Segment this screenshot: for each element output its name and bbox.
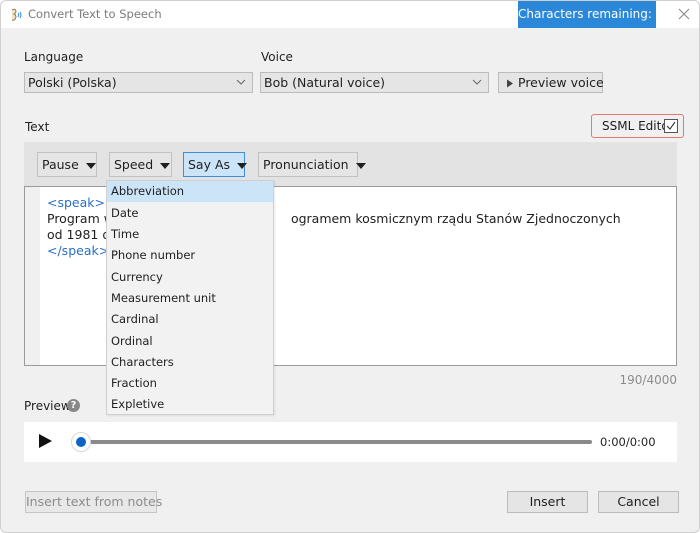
editor-line-text-continued: ogramem kosmicznym rządu Stanów Zjednocz… xyxy=(291,211,621,226)
menu-item-ordinal[interactable]: Ordinal xyxy=(107,331,273,352)
play-icon[interactable] xyxy=(39,434,52,448)
chevron-down-icon xyxy=(471,76,483,88)
say-as-label: Say As xyxy=(188,157,230,172)
menu-item-expletive[interactable]: Expletive xyxy=(107,394,273,415)
insert-button[interactable]: Insert xyxy=(507,491,588,513)
speed-dropdown-button[interactable]: Speed xyxy=(109,152,172,177)
editor-gutter xyxy=(25,187,40,365)
playback-time: 0:00/0:00 xyxy=(600,435,656,449)
seek-track[interactable] xyxy=(80,440,592,444)
menu-item-phone-number[interactable]: Phone number xyxy=(107,245,273,266)
caret-down-icon xyxy=(237,163,247,169)
caret-down-icon xyxy=(356,163,366,169)
menu-item-time[interactable]: Time xyxy=(107,224,273,245)
language-label: Language xyxy=(24,50,83,64)
convert-text-to-speech-dialog: Convert Text to Speech Characters remain… xyxy=(0,0,700,533)
menu-item-characters[interactable]: Characters xyxy=(107,352,273,373)
speech-app-icon xyxy=(9,7,25,23)
menu-item-fraction[interactable]: Fraction xyxy=(107,373,273,394)
text-label: Text xyxy=(25,120,49,134)
audio-player: 0:00/0:00 xyxy=(24,422,677,462)
caret-down-icon xyxy=(86,163,96,169)
ssml-editor-checkbox[interactable] xyxy=(664,119,678,133)
menu-item-abbreviation[interactable]: Abbreviation xyxy=(107,181,273,202)
pause-dropdown-button[interactable]: Pause xyxy=(37,152,97,177)
window-title: Convert Text to Speech xyxy=(28,7,162,21)
help-icon[interactable]: ? xyxy=(67,399,80,412)
character-count: 190/4000 xyxy=(601,373,677,387)
menu-item-currency[interactable]: Currency xyxy=(107,267,273,288)
cancel-button[interactable]: Cancel xyxy=(598,491,679,513)
language-select[interactable]: Polski (Polska) xyxy=(24,72,253,93)
menu-item-date[interactable]: Date xyxy=(107,203,273,224)
preview-label: Preview xyxy=(24,399,71,413)
speak-open-tag: <speak> xyxy=(47,195,105,210)
speed-label: Speed xyxy=(114,157,153,172)
pronunciation-label: Pronunciation xyxy=(263,157,349,172)
say-as-dropdown-button[interactable]: Say As xyxy=(183,152,245,177)
caret-down-icon xyxy=(160,163,170,169)
checkmark-icon xyxy=(665,120,677,132)
speak-close-tag: </speak> xyxy=(47,243,109,258)
title-bar: Convert Text to Speech Characters remain… xyxy=(1,1,699,28)
menu-item-measurement-unit[interactable]: Measurement unit xyxy=(107,288,273,309)
preview-voice-label: Preview voice xyxy=(518,75,604,90)
ssml-editor-toggle[interactable]: SSML Editor xyxy=(591,114,684,138)
close-icon[interactable] xyxy=(673,3,695,25)
language-selected-value: Polski (Polska) xyxy=(28,75,117,90)
seek-slider-thumb[interactable] xyxy=(71,432,91,452)
editor-line-text: Program w xyxy=(47,211,114,226)
voice-selected-value: Bob (Natural voice) xyxy=(264,75,385,90)
say-as-menu: Abbreviation Date Time Phone number Curr… xyxy=(106,180,274,415)
preview-voice-button[interactable]: Preview voice xyxy=(498,72,603,93)
voice-label: Voice xyxy=(261,50,293,64)
characters-remaining-badge: Characters remaining: 1M xyxy=(518,1,656,28)
pronunciation-dropdown-button[interactable]: Pronunciation xyxy=(258,152,358,177)
chevron-down-icon xyxy=(235,76,247,88)
pause-label: Pause xyxy=(42,157,79,172)
menu-item-cardinal[interactable]: Cardinal xyxy=(107,309,273,330)
voice-select[interactable]: Bob (Natural voice) xyxy=(260,72,489,93)
insert-text-from-notes-button[interactable]: Insert text from notes xyxy=(25,491,157,513)
ssml-editor-label: SSML Editor xyxy=(602,119,674,133)
play-icon xyxy=(506,79,514,88)
